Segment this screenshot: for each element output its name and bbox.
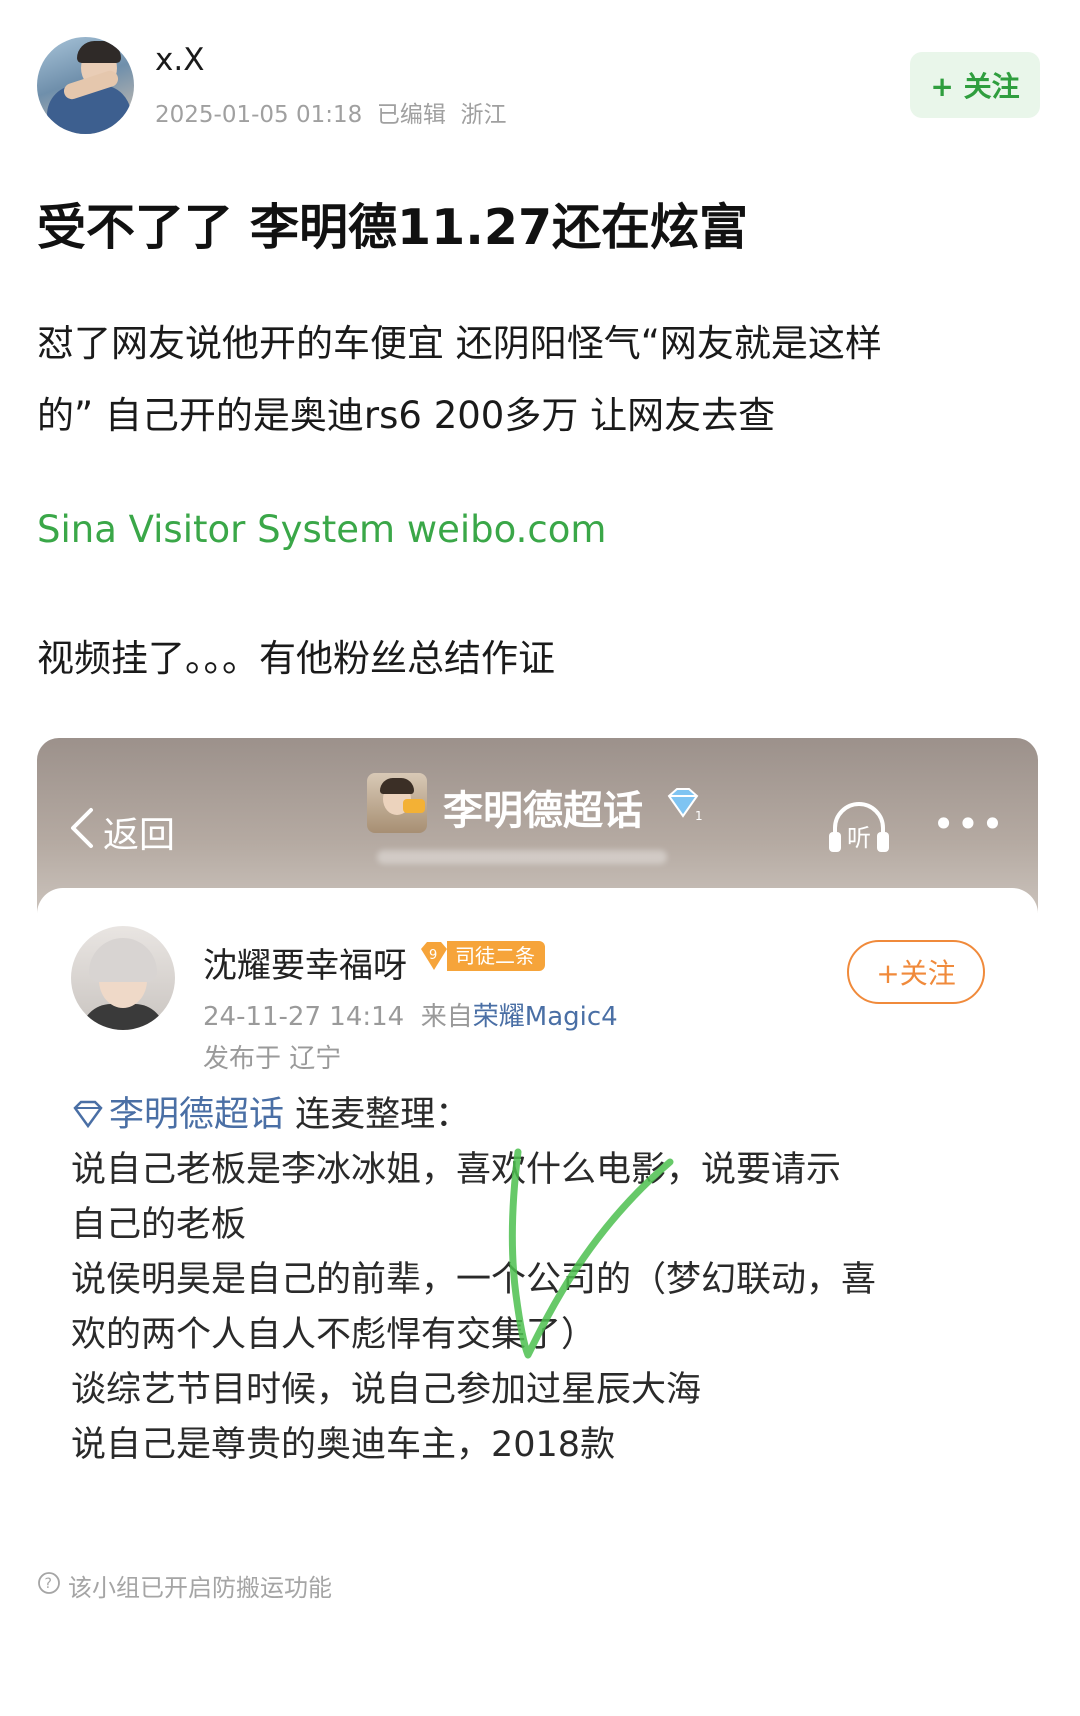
supertopic-icon [73,1100,103,1128]
device-link[interactable]: 荣耀Magic4 [473,1002,618,1032]
content-line: 谈综艺节目时候，说自己参加过星辰大海 [71,1370,702,1410]
content-line: 欢的两个人自人不彪悍有交集了） [71,1315,597,1355]
question-icon: ? [38,1572,60,1594]
fan-level: 9 [429,948,437,963]
topic-avatar [367,773,427,833]
post-location: 发布于 辽宁 [203,1044,342,1074]
from-label: 来自 [420,1002,473,1032]
listen-label: 听 [847,824,871,852]
post-body-line: 的” 自己开的是奥迪rs6 200多万 让网友去查 [37,394,776,437]
topic-link[interactable]: 李明德超话 [109,1095,284,1135]
content-text: 连麦整理： [284,1095,471,1135]
fan-badge-label: 司徒二条 [447,941,545,971]
follow-button[interactable]: + 关注 [910,52,1040,118]
post-time-device: 24-11-27 14:14 来自荣耀Magic4 [203,996,618,1033]
more-icon[interactable]: ••• [932,802,1003,846]
svg-text:1: 1 [695,809,703,822]
post-note: 视频挂了。。。有他粉丝总结作证 [37,637,555,680]
post-time: 24-11-27 14:14 [203,1002,405,1032]
embedded-screenshot: 返回 李明德超话 1 听 ••• 沈耀要幸福呀 9 司徒二条 24-11-27 … [37,738,1038,1578]
content-line: 自己的老板 [71,1205,247,1245]
content-line: 说自己是尊贵的奥迪车主，2018款 [71,1425,616,1465]
back-button[interactable]: 返回 [103,806,175,858]
diamond-icon: 1 [667,788,703,822]
fan-level-icon: 9 [421,942,447,970]
svg-text:?: ? [45,1576,52,1592]
headphone-icon[interactable]: 听 [827,798,891,856]
follow-user-button[interactable]: +关注 [847,940,985,1004]
quoted-content: 李明德超话 连麦整理： 说自己老板是李冰冰姐，喜欢什么电影，说要请示 自己的老板… [71,1088,1011,1473]
author-name[interactable]: x.X [155,42,204,78]
fan-level-badge: 9 司徒二条 [417,938,545,974]
username[interactable]: 沈耀要幸福呀 [203,938,407,987]
post-body-line: 怼了网友说他开的车便宜 还阴阳怪气“网友就是这样 [37,322,882,365]
post-title: 受不了了 李明德11.27还在炫富 [37,199,749,256]
topic-title: 李明德超话 [443,788,643,834]
post-body: 怼了网友说他开的车便宜 还阴阳怪气“网友就是这样 的” 自己开的是奥迪rs6 2… [37,308,1047,452]
content-line: 李明德超话 连麦整理： [71,1088,1011,1143]
quoted-post: 沈耀要幸福呀 9 司徒二条 24-11-27 14:14 来自荣耀Magic4 … [37,888,1038,1578]
content-line: 说侯明昊是自己的前辈，一个公司的（梦幻联动，喜 [71,1260,877,1300]
post-meta: 2025-01-05 01:18 已编辑 浙江 [155,102,507,128]
author-avatar[interactable] [37,37,134,134]
blurred-subtitle [377,850,667,864]
back-arrow-icon[interactable] [67,806,97,850]
user-avatar[interactable] [71,926,175,1030]
external-link[interactable]: Sina Visitor System weibo.com [37,508,606,551]
content-line: 说自己老板是李冰冰姐，喜欢什么电影，说要请示 [71,1150,842,1190]
topic-header: 返回 李明德超话 1 听 ••• [37,738,1038,913]
anti-repost-notice: 该小组已开启防搬运功能 [68,1574,332,1602]
